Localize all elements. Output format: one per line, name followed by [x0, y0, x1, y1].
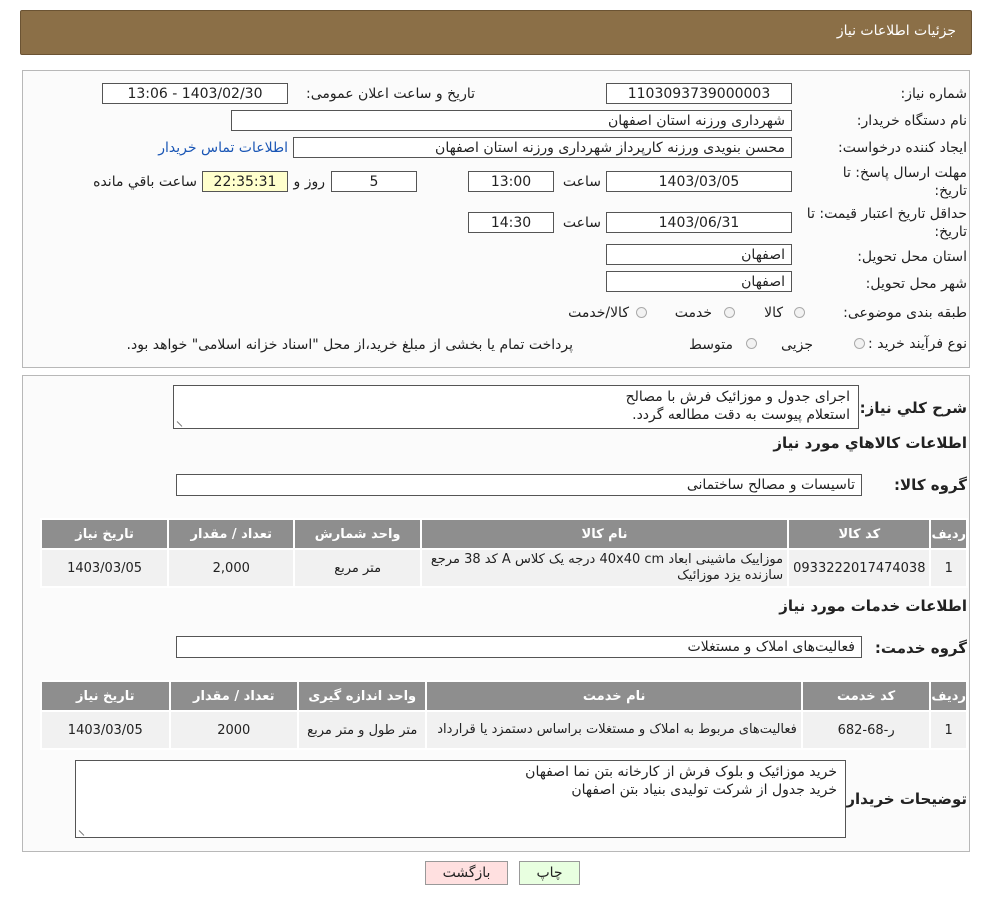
goods-col-name: نام كالا [419, 518, 790, 550]
description-label: شرح كلي نياز: [859, 399, 967, 417]
goods-col-date: تاريخ نياز [39, 518, 170, 550]
goods-section-title: اطلاعات كالاهاي مورد نياز [773, 434, 967, 452]
buyer-org-label: نام دستگاه خریدار: [856, 113, 967, 129]
category-radio-goods-service[interactable] [636, 307, 647, 318]
buyer-notes-textarea[interactable]: خرید موزائیک و بلوک فرش از کارخانه بتن ن… [75, 760, 846, 838]
buyer-org-field: شهرداری ورزنه استان اصفهان [231, 110, 792, 131]
need-number-field: 1103093739000003 [606, 83, 792, 104]
need-number-label: شماره نیاز: [900, 86, 968, 102]
deadline-label: مهلت ارسال پاسخ: تا [842, 165, 967, 181]
category-option-goods: کالا [764, 305, 783, 321]
process-option-minor: جزیی [781, 337, 813, 353]
goods-cell-date: 1403/03/05 [39, 548, 170, 588]
announce-datetime-field: 1403/02/30 - 13:06 [102, 83, 288, 104]
process-radio-minor[interactable] [854, 338, 865, 349]
buyer-notes-line-1: خرید موزائیک و بلوک فرش از کارخانه بتن ن… [525, 764, 837, 780]
creator-field: محسن بنویدی ورزنه کارپرداز شهرداری ورزنه… [293, 137, 792, 158]
description-textarea[interactable]: اجرای جدول و موزائیک فرش با مصالح استعلا… [173, 385, 859, 429]
description-line-1: اجرای جدول و موزائیک فرش با مصالح [625, 389, 850, 405]
back-button[interactable]: بازگشت [425, 861, 508, 885]
city-field: اصفهان [606, 271, 792, 292]
category-radio-service[interactable] [724, 307, 735, 318]
goods-col-unit: واحد شمارش [293, 518, 422, 550]
services-col-date: تاريخ نياز [40, 680, 171, 712]
services-cell-code: ر-68-682 [800, 710, 932, 750]
validity-time-label: ساعت [562, 215, 601, 231]
validity-label: حداقل تاریخ اعتبار قیمت: تا [806, 206, 967, 222]
services-cell-index: 1 [929, 710, 968, 750]
goods-cell-name: موزاییک ماشینی ابعاد 40x40 cm درجه یک کل… [419, 548, 790, 588]
services-cell-name: فعالیت‌های مربوط به املاک و مستغلات براس… [425, 710, 803, 750]
services-cell-date: 1403/03/05 [40, 710, 171, 750]
validity-time-field: 14:30 [468, 212, 554, 233]
province-label: استان محل تحویل: [857, 249, 967, 265]
goods-col-code: كد كالا [787, 518, 932, 550]
services-col-unit: واحد اندازه گيری [296, 680, 428, 712]
validity-date-field: 1403/06/31 [606, 212, 792, 233]
services-col-name: نام خدمت [425, 680, 803, 712]
goods-col-qty: تعداد / مقدار [167, 518, 296, 550]
services-col-qty: تعداد / مقدار [168, 680, 300, 712]
service-group-label: گروه خدمت: [874, 639, 967, 657]
goods-cell-qty: 2,000 [167, 548, 296, 588]
category-option-goods-service: کالا/خدمت [568, 305, 629, 321]
table-row: 1 ر-68-682 فعالیت‌های مربوط به املاک و م… [40, 710, 968, 750]
services-section-title: اطلاعات خدمات مورد نياز [779, 597, 967, 615]
remaining-time-field: 22:35:31 [202, 171, 288, 192]
services-cell-unit: متر طول و متر مربع [296, 710, 428, 750]
goods-table: رديف كد كالا نام كالا واحد شمارش تعداد /… [39, 518, 968, 588]
deadline-label-date: تاریخ: [934, 183, 967, 199]
goods-cell-index: 1 [929, 548, 968, 588]
process-label: نوع فرآیند خرید : [868, 336, 967, 352]
province-field: اصفهان [606, 244, 792, 265]
resize-grip-icon[interactable] [78, 825, 90, 836]
services-col-code: كد خدمت [800, 680, 932, 712]
city-label: شهر محل تحویل: [865, 276, 967, 292]
deadline-time-label: ساعت [562, 174, 601, 190]
days-label: روز و [293, 174, 326, 190]
service-group-field: فعالیت‌های املاک و مستغلات [176, 636, 862, 658]
category-radio-goods[interactable] [794, 307, 805, 318]
description-line-2: استعلام پیوست به دقت مطالعه گردد. [632, 407, 850, 423]
goods-group-field: تاسیسات و مصالح ساختمانی [176, 474, 862, 496]
remaining-time-label: ساعت باقي مانده [93, 174, 197, 190]
category-option-service: خدمت [674, 305, 712, 321]
goods-cell-unit: متر مربع [293, 548, 422, 588]
buyer-contact-link[interactable]: اطلاعات تماس خریدار [158, 140, 288, 156]
validity-label-date: تاریخ: [934, 224, 967, 240]
goods-col-index: رديف [929, 518, 968, 550]
services-cell-qty: 2000 [168, 710, 300, 750]
services-col-index: رديف [929, 680, 968, 712]
process-treasury-note: پرداخت تمام یا بخشی از مبلغ خرید،از محل … [126, 337, 573, 353]
services-table: رديف كد خدمت نام خدمت واحد اندازه گيری ت… [40, 680, 968, 750]
creator-label: ایجاد کننده درخواست: [838, 140, 967, 156]
deadline-time-field: 13:00 [468, 171, 554, 192]
days-remaining-field: 5 [331, 171, 417, 192]
process-radio-medium[interactable] [746, 338, 757, 349]
category-label: طبقه بندی موضوعی: [843, 305, 967, 321]
deadline-date-field: 1403/03/05 [606, 171, 792, 192]
page-title: جزئیات اطلاعات نیاز [836, 23, 956, 39]
page-title-bar: جزئیات اطلاعات نیاز [20, 10, 972, 55]
announce-label: تاریخ و ساعت اعلان عمومی: [306, 86, 475, 102]
process-option-medium: متوسط [689, 337, 733, 353]
goods-group-label: گروه کالا: [894, 476, 967, 494]
goods-cell-code: 0933222017474038 [787, 548, 932, 588]
print-button[interactable]: چاپ [519, 861, 580, 885]
buyer-notes-line-2: خرید جدول از شرکت تولیدی بنیاد بتن اصفها… [571, 782, 837, 798]
table-row: 1 0933222017474038 موزاییک ماشینی ابعاد … [39, 548, 968, 588]
buyer-notes-label: توضيحات خريدار: [840, 790, 967, 808]
